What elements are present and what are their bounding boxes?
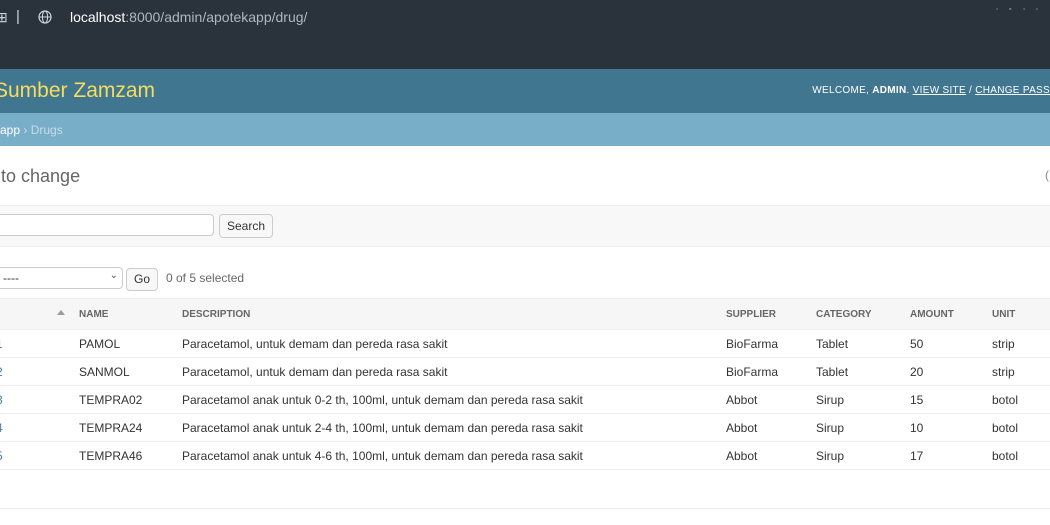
cell-description: Paracetamol, untuk demam dan pereda rasa… <box>182 357 726 386</box>
actions-bar: ---- ⌄ Go 0 of 5 selected <box>0 267 1050 291</box>
change-password-link[interactable]: CHANGE PASS <box>975 85 1050 96</box>
table-row: 1 PAMOL Paracetamol, untuk demam dan per… <box>0 329 1050 358</box>
cell-name: TEMPRA02 <box>71 385 182 414</box>
site-brand[interactable]: Sumber Zamzam <box>0 79 155 103</box>
camera-icon[interactable] <box>1009 8 1012 11</box>
column-header-name[interactable]: NAME <box>71 298 182 330</box>
cell-supplier: BioFarma <box>726 329 816 358</box>
selection-counter: 0 of 5 selected <box>166 271 245 285</box>
cell-unit: botol <box>992 441 1050 470</box>
column-header-id[interactable] <box>0 298 71 330</box>
table-row: 4 TEMPRA24 Paracetamol anak untuk 2-4 th… <box>0 413 1050 442</box>
cell-category: Sirup <box>816 413 910 442</box>
row-id-link[interactable]: 4 <box>0 421 3 435</box>
cell-description: Paracetamol, untuk demam dan pereda rasa… <box>182 329 726 358</box>
shield-icon[interactable] <box>1022 8 1025 11</box>
cell-category: Tablet <box>816 329 910 358</box>
action-select-value: ---- <box>3 271 19 285</box>
view-site-link[interactable]: VIEW SITE <box>913 85 966 96</box>
search-toolbar: Search <box>0 205 1050 247</box>
cell-name: TEMPRA24 <box>71 413 182 442</box>
send-icon[interactable] <box>1036 8 1039 11</box>
action-select[interactable]: ---- ⌄ <box>0 267 123 289</box>
cell-category: Sirup <box>816 385 910 414</box>
username: ADMIN <box>872 85 907 96</box>
cell-supplier: Abbot <box>726 413 816 442</box>
column-header-category[interactable]: CATEGORY <box>816 298 910 330</box>
breadcrumb-app-link[interactable]: kapp <box>0 123 20 137</box>
column-header-unit[interactable]: UNIT <box>992 298 1050 330</box>
browser-tools <box>996 8 1050 11</box>
address-bar[interactable]: localhost:8000/admin/apotekapp/drug/ <box>70 9 307 25</box>
breadcrumb: kapp › Drugs <box>0 113 1050 146</box>
page-title: g to change <box>0 166 81 186</box>
globe-icon <box>38 10 52 24</box>
tab-grid-icon[interactable]: ⊞ <box>0 9 8 26</box>
cell-amount: 50 <box>910 329 992 358</box>
go-button[interactable]: Go <box>126 268 159 291</box>
cell-name: SANMOL <box>71 357 182 386</box>
cell-unit: strip <box>992 357 1050 386</box>
table-row: 5 TEMPRA46 Paracetamol anak untuk 4-6 th… <box>0 441 1050 470</box>
sort-ascending-icon[interactable] <box>57 310 65 315</box>
cell-description: Paracetamol anak untuk 0-2 th, 100ml, un… <box>182 385 726 414</box>
user-tools-sep2: / <box>965 85 976 96</box>
breadcrumb-sep: › <box>20 123 31 137</box>
results-table: NAME DESCRIPTION SUPPLIER CATEGORY AMOUN… <box>0 298 1050 470</box>
cell-name: PAMOL <box>71 329 182 358</box>
breadcrumb-current: Drugs <box>30 123 63 137</box>
cell-category: Sirup <box>816 441 910 470</box>
zoom-icon[interactable] <box>996 8 999 11</box>
add-button-fragment[interactable]: ( <box>1045 168 1049 182</box>
cell-amount: 20 <box>910 357 992 386</box>
table-row: 2 SANMOL Paracetamol, untuk demam dan pe… <box>0 357 1050 386</box>
cell-name: TEMPRA46 <box>71 441 182 470</box>
browser-toolbar: ⊞ | localhost:8000/admin/apotekapp/drug/ <box>0 0 1050 69</box>
cell-supplier: BioFarma <box>726 357 816 386</box>
row-id-link[interactable]: 5 <box>0 449 3 463</box>
cell-category: Tablet <box>816 357 910 386</box>
welcome-text: WELCOME, <box>812 85 873 96</box>
cell-description: Paracetamol anak untuk 4-6 th, 100ml, un… <box>182 441 726 470</box>
row-id-link[interactable]: 3 <box>0 393 3 407</box>
cell-amount: 17 <box>910 441 992 470</box>
table-row: 3 TEMPRA02 Paracetamol anak untuk 0-2 th… <box>0 385 1050 414</box>
url-host: localhost <box>70 9 126 25</box>
cell-amount: 15 <box>910 385 992 414</box>
footer-divider <box>0 508 1050 509</box>
column-header-amount[interactable]: AMOUNT <box>910 298 992 330</box>
cell-unit: botol <box>992 385 1050 414</box>
chevron-down-icon: ⌄ <box>109 270 118 281</box>
cell-unit: botol <box>992 413 1050 442</box>
column-header-supplier[interactable]: SUPPLIER <box>726 298 816 330</box>
row-id-link[interactable]: 1 <box>0 337 3 351</box>
search-input[interactable] <box>0 214 214 236</box>
user-tools: WELCOME, ADMIN. VIEW SITE / CHANGE PASS <box>812 85 1050 96</box>
search-button[interactable]: Search <box>219 214 274 238</box>
toolbar-divider: | <box>16 8 20 25</box>
row-id-link[interactable]: 2 <box>0 365 3 379</box>
cell-description: Paracetamol anak untuk 2-4 th, 100ml, un… <box>182 413 726 442</box>
column-header-description[interactable]: DESCRIPTION <box>182 298 726 330</box>
url-path: :8000/admin/apotekapp/drug/ <box>125 9 308 25</box>
cell-amount: 10 <box>910 413 992 442</box>
site-header: Sumber Zamzam WELCOME, ADMIN. VIEW SITE … <box>0 69 1050 113</box>
cell-supplier: Abbot <box>726 441 816 470</box>
table-header-row: NAME DESCRIPTION SUPPLIER CATEGORY AMOUN… <box>0 298 1050 330</box>
cell-supplier: Abbot <box>726 385 816 414</box>
cell-unit: strip <box>992 329 1050 358</box>
